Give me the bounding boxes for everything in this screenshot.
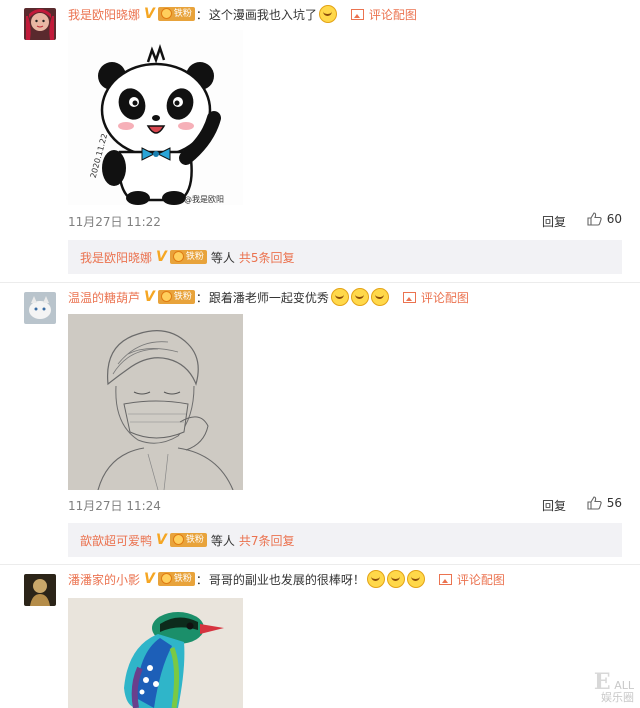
vip-v-icon[interactable]: V xyxy=(144,6,155,22)
sub-reply-text: 等人 xyxy=(210,250,235,265)
fan-badge[interactable]: 铁粉 xyxy=(157,290,195,304)
fan-badge-label: 铁粉 xyxy=(173,9,192,19)
fan-badge-icon xyxy=(160,291,172,302)
sub-reply-text: 等人 xyxy=(210,533,235,548)
fan-badge[interactable]: 铁粉 xyxy=(157,7,195,21)
sub-reply-count-link[interactable]: 共7条回复 xyxy=(239,532,295,549)
username-link[interactable]: 温温的糖葫芦 xyxy=(68,289,140,306)
sub-reply-count-link[interactable]: 共5条回复 xyxy=(239,249,295,266)
comment-image-panda[interactable]: 2020.11.22 @我是欧阳 xyxy=(68,30,243,205)
kiss-emoji-icon xyxy=(350,288,369,306)
reply-button[interactable]: 回复 xyxy=(542,497,566,514)
avatar[interactable] xyxy=(24,292,56,324)
username-link[interactable]: 潘潘家的小影 xyxy=(68,571,140,588)
fan-badge-label: 铁粉 xyxy=(173,292,192,302)
comment-text: 跟着潘老师一起变优秀 xyxy=(208,290,329,305)
reply-button[interactable]: 回复 xyxy=(542,213,566,230)
laugh-cry-emoji-icon xyxy=(406,570,425,588)
kiss-emoji-icon xyxy=(370,288,389,306)
divider xyxy=(0,564,640,565)
comment-picture-label: 评论配图 xyxy=(420,290,469,305)
fan-badge-label: 铁粉 xyxy=(185,535,204,545)
fan-badge-icon xyxy=(160,8,172,19)
laugh-cry-emoji-icon xyxy=(386,570,405,588)
fan-badge-icon xyxy=(160,573,172,584)
username-link[interactable]: 我是欧阳晓娜 xyxy=(68,6,140,23)
fan-badge: 铁粉 xyxy=(169,250,207,264)
sub-reply-username[interactable]: 歆歆超可爱鸭 xyxy=(80,532,152,549)
comment-header: 温温的糖葫芦 V 铁粉 ： 跟着潘老师一起变优秀 评论配图 xyxy=(68,288,469,306)
comment-time: 11月27日 11:22 xyxy=(68,215,161,229)
sub-reply-bar[interactable]: 我是欧阳晓娜 V 铁粉 等人 共5条回复 xyxy=(68,240,622,274)
fan-badge[interactable]: 铁粉 xyxy=(157,572,195,586)
thumbs-up-icon xyxy=(587,496,602,510)
fan-badge-label: 铁粉 xyxy=(173,574,192,584)
sub-reply-username[interactable]: 我是欧阳晓娜 xyxy=(80,249,152,266)
comment-time: 11月27日 11:24 xyxy=(68,499,161,513)
watermark-line2: 娱乐圈 xyxy=(601,691,634,704)
sub-reply-bar[interactable]: 歆歆超可爱鸭 V 铁粉 等人 共7条回复 xyxy=(68,523,622,557)
vip-v-icon[interactable]: V xyxy=(144,571,155,587)
comment-picture-link[interactable]: 评论配图 xyxy=(350,6,417,23)
image-caption: @我是欧阳 xyxy=(184,194,224,204)
comment-header: 我是欧阳晓娜 V 铁粉 ： 这个漫画我也入坑了 评论配图 xyxy=(68,5,417,23)
picture-icon xyxy=(350,8,364,20)
vip-v-icon[interactable]: V xyxy=(144,289,155,305)
fan-badge-label: 铁粉 xyxy=(185,252,204,262)
comment-header: 潘潘家的小影 V 铁粉 ： 哥哥的副业也发展的很棒呀！ 评论配图 xyxy=(68,570,505,588)
avatar[interactable] xyxy=(24,8,56,40)
comment-picture-link[interactable]: 评论配图 xyxy=(402,289,469,306)
picture-icon xyxy=(402,291,416,303)
thumbs-up-icon xyxy=(587,212,602,226)
comment-picture-label: 评论配图 xyxy=(456,572,505,587)
vip-v-icon: V xyxy=(156,249,167,265)
comment-picture-link[interactable]: 评论配图 xyxy=(438,571,505,588)
comment-text: 这个漫画我也入坑了 xyxy=(208,7,317,22)
fan-badge: 铁粉 xyxy=(169,533,207,547)
comment-image-sketch[interactable] xyxy=(68,314,243,490)
fan-badge-icon xyxy=(172,251,184,262)
avatar[interactable] xyxy=(24,574,56,606)
fan-badge-icon xyxy=(172,534,184,545)
like-count: 56 xyxy=(606,496,622,510)
like-button[interactable]: 60 xyxy=(587,212,622,226)
like-count: 60 xyxy=(606,212,622,226)
divider xyxy=(0,282,640,283)
watermark: E ALL 娱乐圈 xyxy=(594,671,634,704)
comment-picture-label: 评论配图 xyxy=(368,7,417,22)
grin-emoji-icon xyxy=(318,5,337,23)
laugh-cry-emoji-icon xyxy=(366,570,385,588)
kiss-emoji-icon xyxy=(330,288,349,306)
like-button[interactable]: 56 xyxy=(587,496,622,510)
picture-icon xyxy=(438,573,452,585)
comment-text: 哥哥的副业也发展的很棒呀！ xyxy=(208,572,365,587)
comment-image-bird[interactable] xyxy=(68,598,243,708)
vip-v-icon: V xyxy=(156,532,167,548)
